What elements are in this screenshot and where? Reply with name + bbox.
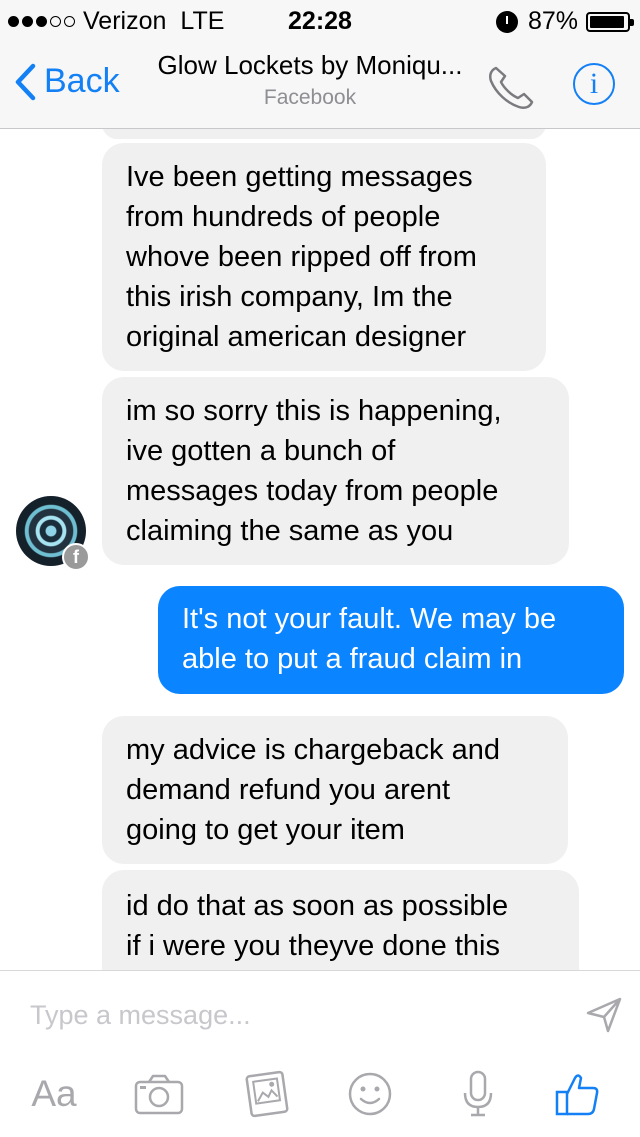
previous-message-bubble [102,129,546,139]
message-thread[interactable]: Ive been getting messages from hundreds … [0,129,640,970]
emoji-icon [348,1072,392,1116]
message-line: whove been ripped off from [126,241,477,273]
camera-icon [134,1074,184,1115]
chevron-left-icon [15,63,36,100]
alarm-icon [495,10,518,33]
message-line: Ive been getting messages [126,161,473,193]
like-button[interactable] [552,1069,602,1119]
message-line: this irish company, Im the [126,281,453,313]
back-label: Back [44,62,120,100]
message-line: if i were you theyve done this [126,930,500,962]
phone-icon [488,66,534,110]
conversation-title[interactable]: Glow Lockets by Moniqu... [140,50,480,81]
message-line: original american designer [126,321,467,353]
battery-percent: 87% [527,7,578,35]
info-button[interactable]: i [573,63,615,105]
nav-bar: Back Glow Lockets by Moniqu... Facebook … [0,40,640,129]
message-bubble-outgoing[interactable]: It's not your fault. We may be able to p… [158,586,624,694]
message-line: ive gotten a bunch of [126,435,396,467]
message-line: from hundreds of people [126,201,441,233]
message-bubble[interactable]: id do that as soon as possible if i were… [102,870,579,970]
message-bubble[interactable]: Ive been getting messages from hundreds … [102,143,546,371]
message-bubble[interactable]: im so sorry this is happening, ive gotte… [102,377,569,565]
voice-button[interactable] [458,1069,498,1119]
camera-button[interactable] [132,1069,186,1119]
call-button[interactable] [484,62,540,112]
gallery-icon [245,1070,289,1118]
gallery-button[interactable] [242,1069,292,1119]
status-right: 87% [495,7,634,36]
emoji-button[interactable] [346,1069,394,1119]
facebook-badge-icon: f [62,543,90,571]
message-line: messages today from people [126,475,499,507]
message-line: able to put a fraud claim in [182,643,523,675]
message-line: demand refund you arent [126,774,451,806]
message-input[interactable] [30,995,550,1035]
message-line: claiming the same as you [126,515,454,547]
message-line: going to get your item [126,814,405,846]
status-bar: Verizon LTE 22:28 87% [0,0,640,40]
message-line: It's not your fault. We may be [182,603,557,635]
conversation-subtitle: Facebook [263,86,357,109]
message-bubble[interactable]: my advice is chargeback and demand refun… [102,716,568,864]
message-line: id do that as soon as possible [126,890,509,922]
battery-icon [586,11,634,32]
send-button[interactable] [584,995,624,1035]
message-line: my advice is chargeback and [126,734,500,766]
back-button[interactable]: Back [14,62,120,101]
thumbs-up-icon [555,1074,599,1116]
text-format-button[interactable]: Aa [24,1069,84,1119]
microphone-icon [463,1070,493,1117]
message-line: im so sorry this is happening, [126,395,502,427]
composer: Aa [0,970,640,1137]
send-icon [586,997,622,1033]
